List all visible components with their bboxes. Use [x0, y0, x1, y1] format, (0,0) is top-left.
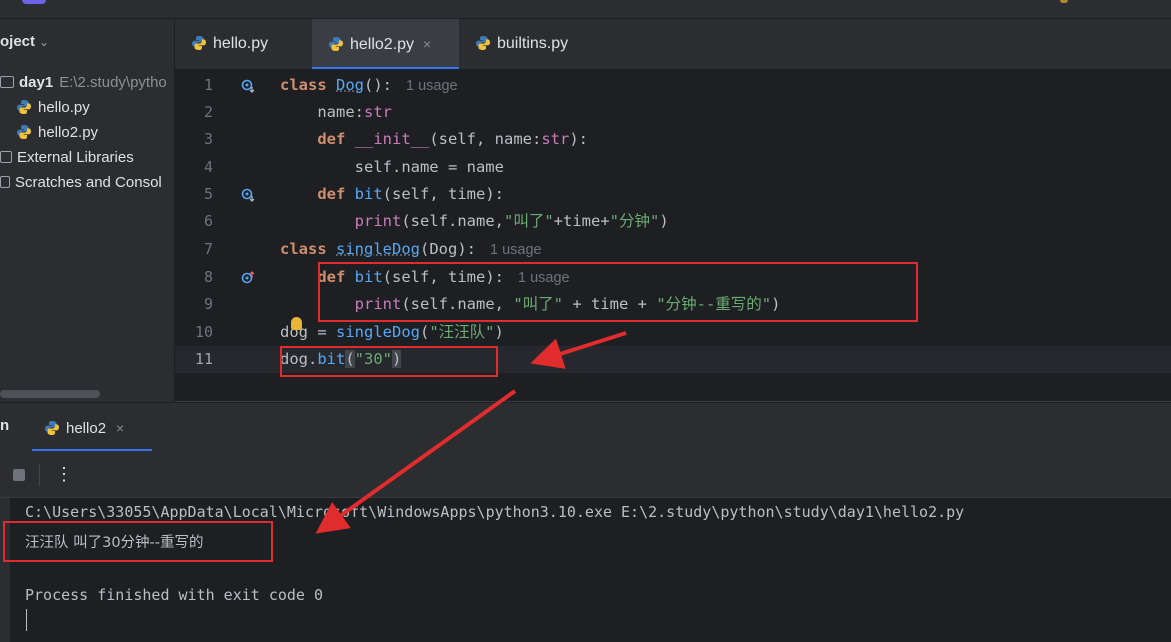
code-line[interactable]: 5 def bit(self, time): — [175, 181, 1171, 208]
code-line[interactable]: 1 class Dog(): 1 usage — [175, 72, 1171, 99]
run-tab-label: hello2 — [66, 420, 107, 437]
project-scrollbar[interactable] — [0, 390, 100, 398]
overriding-method-icon[interactable] — [241, 271, 255, 285]
usage-hint: 1 usage — [490, 242, 542, 258]
tree-item-day1[interactable]: day1 E:\2.study\pytho — [0, 72, 167, 94]
notification-icon[interactable] — [1060, 0, 1068, 3]
python-file-icon — [44, 420, 60, 436]
code-text: print(self.name,"叫了"+time+"分钟") — [354, 212, 669, 230]
python-file-icon — [328, 36, 344, 52]
annotation-box-call — [280, 346, 498, 377]
toolbar-separator — [39, 464, 40, 486]
annotation-box-output — [3, 521, 273, 562]
tree-item-label: External Libraries — [17, 149, 134, 166]
stop-icon[interactable] — [13, 469, 25, 481]
editor-tabs: hello.py hello2.py × builtins.py — [175, 19, 1171, 70]
code-line[interactable]: 4 self.name = name — [175, 154, 1171, 181]
line-number: 11 — [194, 350, 213, 368]
python-file-icon — [16, 124, 32, 140]
tab-label: hello.py — [213, 35, 269, 52]
tree-item-label: day1 — [19, 74, 54, 91]
chevron-down-icon[interactable]: ⌄ — [39, 35, 49, 49]
line-number: 5 — [203, 185, 213, 203]
editor-divider — [175, 401, 1171, 402]
tree-item-hello-py[interactable]: hello.py — [16, 97, 90, 119]
line-number: 10 — [194, 323, 213, 341]
python-file-icon — [191, 35, 207, 51]
code-text: class singleDog(Dog): 1 usage — [280, 240, 542, 258]
project-pane: oject ⌄ day1 E:\2.study\pytho hello.py hel… — [0, 19, 174, 402]
line-number: 4 — [203, 158, 213, 176]
python-file-icon — [475, 35, 491, 51]
overridden-method-icon[interactable] — [241, 79, 255, 93]
line-number: 3 — [203, 130, 213, 148]
code-text: name:str — [317, 103, 392, 121]
tree-item-label: hello2.py — [38, 124, 99, 141]
close-icon[interactable]: × — [116, 420, 124, 436]
usage-hint: 1 usage — [406, 78, 458, 94]
annotation-box-override — [318, 262, 918, 322]
scratches-icon — [0, 176, 10, 188]
tab-builtins-py[interactable]: builtins.py — [459, 19, 613, 69]
title-bar — [0, 0, 1171, 19]
code-line[interactable]: 2 name:str — [175, 99, 1171, 126]
line-number: 1 — [203, 76, 213, 94]
run-window-title: n — [0, 417, 10, 434]
line-number: 9 — [203, 295, 213, 313]
code-line[interactable]: 6 print(self.name,"叫了"+time+"分钟") — [175, 208, 1171, 235]
tree-item-path: E:\2.study\pytho — [59, 74, 167, 91]
code-line[interactable]: 7 class singleDog(Dog): 1 usage — [175, 236, 1171, 263]
tree-item-label: Scratches and Consol — [15, 174, 162, 191]
code-text: self.name = name — [354, 158, 504, 176]
console-exit-line: Process finished with exit code 0 — [25, 586, 324, 604]
folder-icon — [0, 76, 14, 88]
run-tab-hello2[interactable]: hello2 × — [32, 403, 152, 451]
tree-item-label: hello.py — [38, 99, 90, 116]
console-command-line: C:\Users\33055\AppData\Local\Microsoft\W… — [25, 503, 965, 521]
console-gutter — [0, 498, 10, 642]
tab-hello-py[interactable]: hello.py — [175, 19, 312, 69]
close-icon[interactable]: × — [423, 36, 431, 52]
lightbulb-icon[interactable] — [291, 317, 302, 330]
code-text: class Dog(): 1 usage — [280, 76, 458, 94]
tab-label: hello2.py — [350, 36, 415, 53]
project-header-label: oject — [0, 33, 36, 50]
tab-hello2-py[interactable]: hello2.py × — [312, 19, 459, 69]
app-logo — [22, 0, 46, 4]
console-caret — [26, 609, 27, 631]
overridden-method-icon[interactable] — [241, 188, 255, 202]
tree-item-scratches[interactable]: Scratches and Consol — [0, 172, 162, 194]
tab-label: builtins.py — [497, 35, 569, 52]
code-line[interactable]: 3 def __init__(self, name:str): — [175, 126, 1171, 153]
line-number: 8 — [203, 268, 213, 286]
line-number: 6 — [203, 212, 213, 230]
run-tab-bar: n hello2 × — [0, 403, 1171, 453]
project-header[interactable]: oject ⌄ — [0, 33, 49, 50]
code-text: def __init__(self, name:str): — [317, 130, 588, 148]
run-toolbar: ⋮ — [0, 453, 1171, 498]
library-icon — [0, 151, 12, 163]
more-options-icon[interactable]: ⋮ — [55, 461, 73, 487]
code-text: def bit(self, time): — [317, 185, 504, 203]
tree-item-external-libraries[interactable]: External Libraries — [0, 147, 134, 169]
code-text: dog = singleDog("汪汪队") — [280, 323, 504, 341]
line-number: 2 — [203, 103, 213, 121]
python-file-icon — [16, 99, 32, 115]
code-line[interactable]: 10 dog = singleDog("汪汪队") — [175, 319, 1171, 346]
tree-item-hello2-py[interactable]: hello2.py — [16, 122, 98, 144]
line-number: 7 — [203, 240, 213, 258]
